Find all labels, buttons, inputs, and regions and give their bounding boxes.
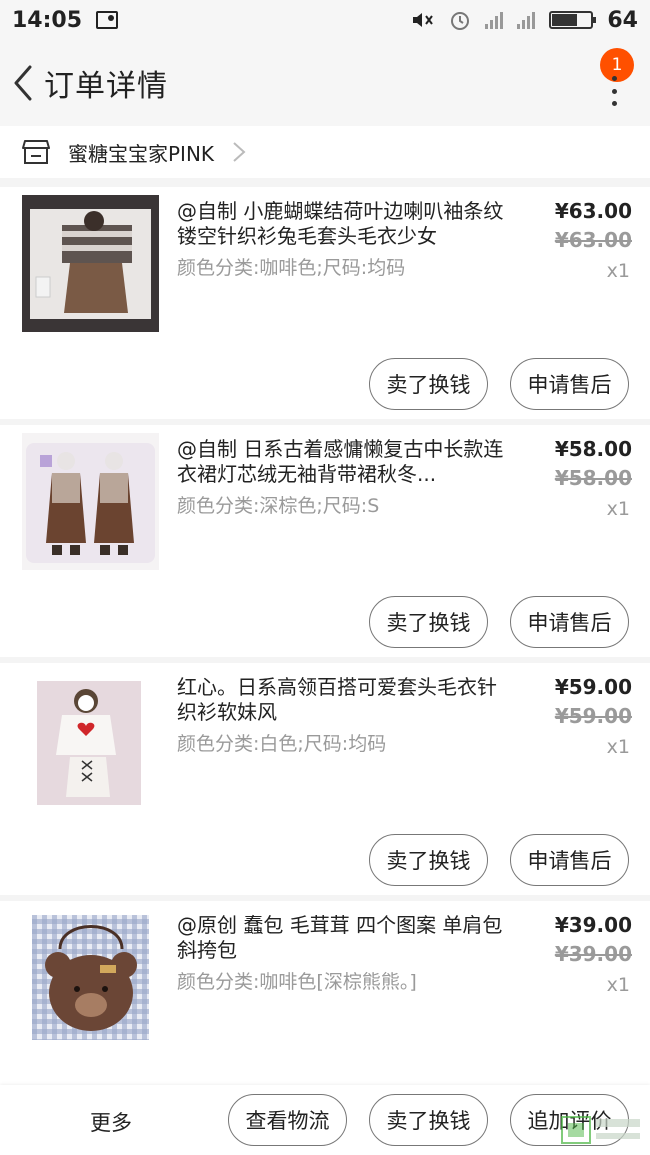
product-image[interactable] xyxy=(22,195,159,332)
product-original-price: ¥59.00 xyxy=(554,704,632,728)
product-original-price: ¥63.00 xyxy=(554,228,632,252)
product-quantity: x1 xyxy=(606,498,630,520)
shop-name: 蜜糖宝宝家PINK xyxy=(68,141,215,166)
product-original-price: ¥58.00 xyxy=(554,466,632,490)
back-icon[interactable] xyxy=(8,63,38,103)
signal-4g-icon xyxy=(517,11,536,29)
product-title[interactable]: @原创 蠢包 毛茸茸 四个图案 单肩包 斜挎包 xyxy=(177,913,507,963)
product-sku: 颜色分类:咖啡色[深棕熊熊。] xyxy=(177,971,417,993)
product-quantity: x1 xyxy=(606,974,630,996)
product-image[interactable] xyxy=(22,433,159,570)
sell-for-cash-button[interactable]: 卖了换钱 xyxy=(369,358,488,410)
signal-icon xyxy=(485,11,504,29)
shop-icon xyxy=(22,140,50,164)
product-sku: 颜色分类:深棕色;尺码:S xyxy=(177,495,380,517)
bottom-action-bar: 更多 查看物流 卖了换钱 追加评价 xyxy=(0,1085,650,1155)
product-title[interactable]: @自制 小鹿蝴蝶结荷叶边喇叭袖条纹镂空针织衫兔毛套头毛衣少女 xyxy=(177,199,507,249)
shop-row[interactable]: 蜜糖宝宝家PINK xyxy=(0,126,650,178)
view-logistics-button[interactable]: 查看物流 xyxy=(228,1094,347,1146)
status-bar: 14:05 64 xyxy=(0,0,650,40)
product-sku: 颜色分类:咖啡色;尺码:均码 xyxy=(177,257,406,279)
status-time: 14:05 xyxy=(12,7,83,33)
order-item: @自制 小鹿蝴蝶结荷叶边喇叭袖条纹镂空针织衫兔毛套头毛衣少女 颜色分类:咖啡色;… xyxy=(0,187,650,419)
request-aftersale-button[interactable]: 申请售后 xyxy=(510,358,629,410)
more-actions-link[interactable]: 更多 xyxy=(90,1107,132,1137)
product-price: ¥59.00 xyxy=(554,675,632,699)
product-quantity: x1 xyxy=(606,736,630,758)
sell-for-cash-button[interactable]: 卖了换钱 xyxy=(369,834,488,886)
sell-for-cash-button[interactable]: 卖了换钱 xyxy=(369,1094,488,1146)
image-notification-icon xyxy=(96,11,119,29)
watermark-logo xyxy=(561,1116,640,1144)
alarm-icon xyxy=(451,12,470,30)
chevron-right-icon xyxy=(233,142,246,162)
product-original-price: ¥39.00 xyxy=(554,942,632,966)
sell-for-cash-button[interactable]: 卖了换钱 xyxy=(369,596,488,648)
order-item: 红心。日系高领百搭可爱套头毛衣针织衫软妹风 颜色分类:白色;尺码:均码 ¥59.… xyxy=(0,663,650,895)
product-title[interactable]: @自制 日系古着感慵懒复古中长款连衣裙灯芯绒无袖背带裙秋冬... xyxy=(177,437,507,487)
header: 订单详情 1 xyxy=(0,40,650,126)
product-price: ¥39.00 xyxy=(554,913,632,937)
product-title[interactable]: 红心。日系高领百搭可爱套头毛衣针织衫软妹风 xyxy=(177,675,507,725)
battery-icon xyxy=(549,11,597,29)
product-image[interactable] xyxy=(22,909,159,1046)
product-price: ¥58.00 xyxy=(554,437,632,461)
status-icons: 64 xyxy=(411,8,638,33)
product-image[interactable] xyxy=(22,671,159,808)
page-title: 订单详情 xyxy=(44,69,168,104)
more-menu-icon[interactable] xyxy=(606,76,622,106)
product-quantity: x1 xyxy=(606,260,630,282)
product-sku: 颜色分类:白色;尺码:均码 xyxy=(177,733,387,755)
order-item: @自制 日系古着感慵懒复古中长款连衣裙灯芯绒无袖背带裙秋冬... 颜色分类:深棕… xyxy=(0,425,650,657)
battery-level: 64 xyxy=(607,7,638,33)
product-price: ¥63.00 xyxy=(554,199,632,223)
request-aftersale-button[interactable]: 申请售后 xyxy=(510,596,629,648)
request-aftersale-button[interactable]: 申请售后 xyxy=(510,834,629,886)
mute-icon xyxy=(413,13,434,27)
